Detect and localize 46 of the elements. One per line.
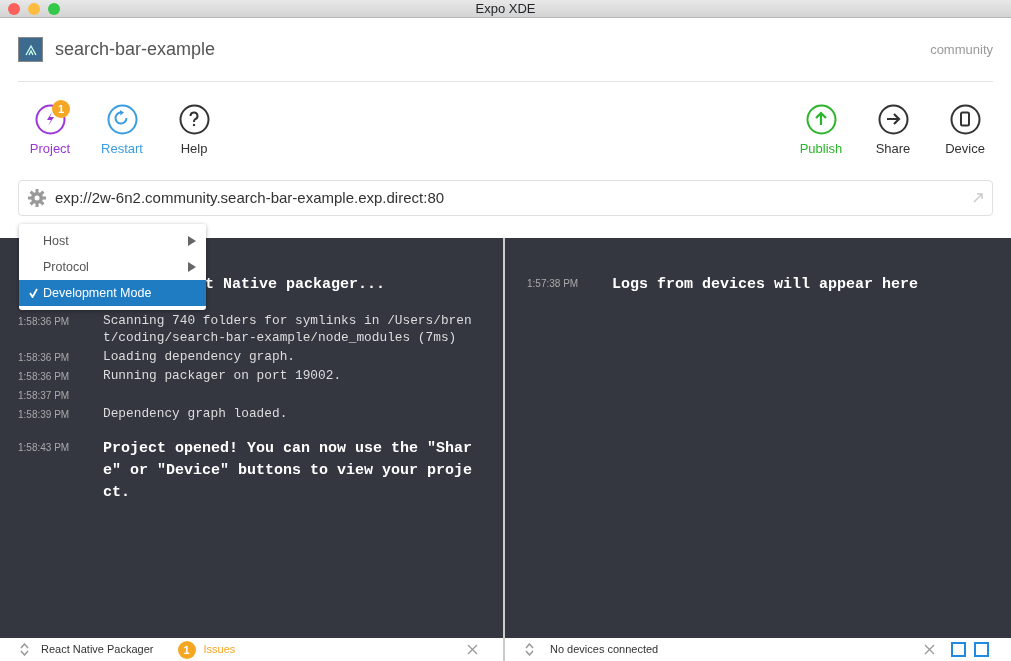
log-message: t Native packager... — [205, 275, 387, 295]
log-message: Running packager on port 19002. — [103, 367, 343, 384]
log-message: Project opened! You can now use the "Share" or "Device" buttons to view your project. — [103, 439, 474, 503]
owner-label: community — [930, 40, 993, 59]
log-timestamp: 1:58:39 PM — [18, 408, 71, 422]
log-timestamp: 1:57:38 PM — [527, 277, 580, 291]
external-link-icon — [972, 192, 984, 204]
settings-icon — [27, 188, 47, 208]
count-badge: 1 — [52, 100, 70, 118]
split-pane-toggle[interactable] — [974, 642, 989, 657]
window-title: Expo XDE — [475, 0, 536, 18]
split-pane-toggle[interactable] — [951, 642, 966, 657]
bolt-icon — [34, 104, 66, 135]
log-timestamp: 1:58:37 PM — [18, 389, 71, 403]
panel-title: React Native Packager — [41, 642, 154, 658]
menu-item[interactable]: Development Mode — [19, 280, 206, 306]
log-timestamp: 1:58:36 PM — [18, 370, 71, 384]
zoom-button[interactable] — [48, 3, 60, 15]
checkmark-icon — [29, 288, 38, 298]
submenu-arrow-icon — [188, 236, 196, 246]
url-field[interactable]: exp://2w-6n2.community.search-bar-example.exp.direct:80 — [18, 180, 993, 216]
panel-title: No devices connected — [550, 642, 659, 658]
url-text: exp://2w-6n2.community.search-bar-example.exp.direct:80 — [55, 187, 445, 208]
log-message: Dependency graph loaded. — [103, 405, 289, 422]
toolbar-button[interactable]: Help — [166, 104, 222, 159]
submenu-arrow-icon — [188, 262, 196, 272]
sort-arrows-icon — [20, 643, 29, 656]
log-message: Scanning 740 folders for symlinks in /Users/brent/coding/search-bar-example/node_modules (7ms) — [103, 312, 473, 346]
log-timestamp: 1:58:36 PM — [18, 315, 71, 329]
sort-arrows-icon — [525, 643, 534, 656]
toolbar-button[interactable]: Device — [937, 104, 993, 159]
app-logo-icon — [18, 37, 43, 62]
close-icon[interactable] — [924, 644, 935, 655]
log-message: Logs from devices will appear here — [612, 275, 920, 295]
menu-item[interactable]: Protocol — [19, 254, 206, 280]
log-timestamp: 1:58:36 PM — [18, 351, 71, 365]
log-message: Loading dependency graph. — [103, 348, 296, 365]
menu-item[interactable]: Host — [19, 228, 206, 254]
issues-count-badge: 1 — [177, 640, 196, 659]
close-button[interactable] — [8, 3, 20, 15]
toolbar-button[interactable]: Share — [865, 104, 921, 159]
question-mark-icon — [178, 104, 210, 135]
phone-icon — [949, 104, 981, 135]
log-timestamp: 1:58:43 PM — [18, 441, 71, 455]
close-icon[interactable] — [467, 644, 478, 655]
project-name: search-bar-example — [55, 38, 216, 61]
